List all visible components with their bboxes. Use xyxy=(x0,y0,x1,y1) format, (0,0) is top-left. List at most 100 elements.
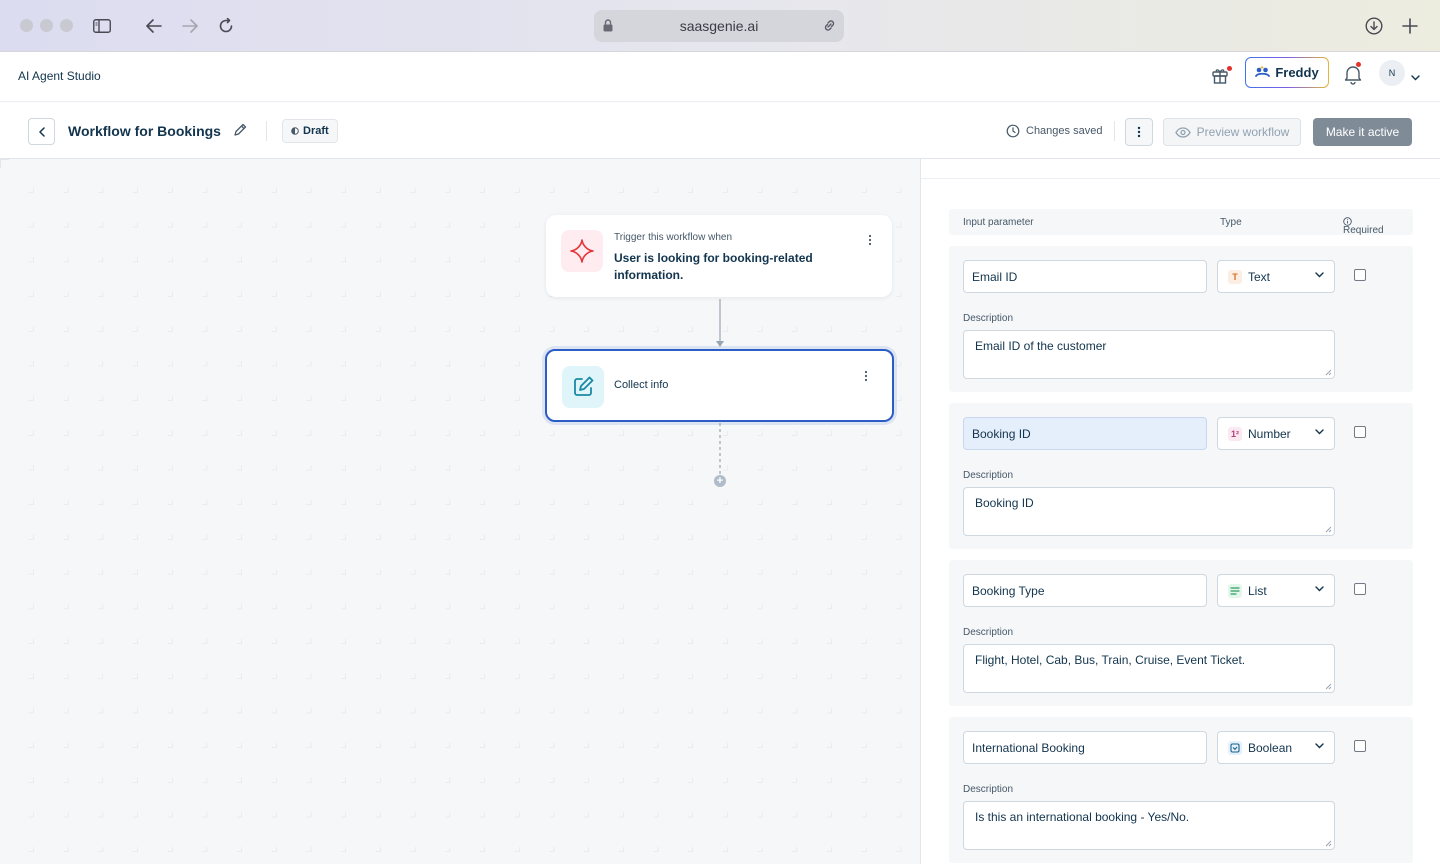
parameter-name-input[interactable]: International Booking xyxy=(963,731,1207,764)
panel-divider xyxy=(921,178,1440,179)
description-label: Description xyxy=(963,627,1014,638)
preview-workflow-button[interactable]: Preview workflow xyxy=(1163,118,1301,146)
parameter-name-input[interactable]: Booking ID xyxy=(963,417,1207,450)
preview-workflow-label: Preview workflow xyxy=(1196,125,1290,139)
download-icon[interactable] xyxy=(1362,14,1386,38)
parameter-row: Booking Type List Description Flight, Ho… xyxy=(949,560,1413,706)
edit-pencil-icon[interactable] xyxy=(232,122,248,143)
text-type-icon: T xyxy=(1228,269,1242,284)
kebab-icon[interactable] xyxy=(868,233,872,251)
header-required-label: Required xyxy=(1343,225,1384,236)
resize-handle-icon[interactable] xyxy=(1325,369,1332,376)
resize-handle-icon[interactable] xyxy=(1325,526,1332,533)
description-label: Description xyxy=(963,784,1014,795)
status-badge: Draft xyxy=(282,119,338,143)
parameter-row: Email ID T Text Description Email ID of … xyxy=(949,246,1413,392)
workflow-canvas[interactable]: Trigger this workflow when User is looki… xyxy=(0,159,920,864)
resize-handle-icon[interactable] xyxy=(1325,840,1332,847)
sidebar-toggle-icon[interactable] xyxy=(90,14,114,38)
description-text: Booking ID xyxy=(975,496,1034,510)
freddy-icon xyxy=(1255,65,1271,81)
description-textarea[interactable]: Flight, Hotel, Cab, Bus, Train, Cruise, … xyxy=(963,644,1335,693)
gift-icon[interactable] xyxy=(1210,64,1232,86)
app-header: AI Agent Studio Freddy N xyxy=(0,52,1440,102)
window-zoom-dot[interactable] xyxy=(60,19,73,32)
collect-info-node[interactable]: Collect info xyxy=(545,349,894,422)
window-minimize-dot[interactable] xyxy=(40,19,53,32)
header-input-parameter: Input parameter xyxy=(963,217,1034,228)
divider xyxy=(266,121,267,141)
description-textarea[interactable]: Email ID of the customer xyxy=(963,330,1335,379)
description-textarea[interactable]: Booking ID xyxy=(963,487,1335,536)
header-type: Type xyxy=(1220,217,1242,228)
gift-notification-dot xyxy=(1227,66,1232,71)
divider xyxy=(1114,121,1115,141)
clock-icon xyxy=(1006,124,1020,138)
freddy-button[interactable]: Freddy xyxy=(1245,57,1329,88)
parameter-type-select[interactable]: 1² Number xyxy=(1217,417,1335,450)
new-tab-plus-icon[interactable] xyxy=(1398,14,1422,38)
parameter-type-label: List xyxy=(1248,583,1267,598)
description-label: Description xyxy=(963,313,1014,324)
more-options-button[interactable] xyxy=(1125,118,1153,146)
address-bar[interactable]: saasgenie.ai xyxy=(594,10,844,42)
kebab-icon xyxy=(1137,126,1141,138)
parameter-type-select[interactable]: List xyxy=(1217,574,1335,607)
app-title: AI Agent Studio xyxy=(18,69,101,83)
trigger-node[interactable]: Trigger this workflow when User is looki… xyxy=(546,215,892,297)
status-badge-label: Draft xyxy=(303,125,329,137)
header-required: Required xyxy=(1343,217,1384,236)
required-checkbox[interactable] xyxy=(1354,583,1366,595)
parameter-type-select[interactable]: Boolean xyxy=(1217,731,1335,764)
description-label: Description xyxy=(963,470,1014,481)
reload-icon[interactable] xyxy=(214,14,238,38)
save-status-label: Changes saved xyxy=(1026,125,1103,137)
save-status: Changes saved xyxy=(1006,124,1102,138)
trigger-subtitle: Trigger this workflow when xyxy=(614,232,733,243)
trigger-condition: User is looking for booking-related info… xyxy=(614,251,813,282)
collect-info-label: Collect info xyxy=(614,379,669,391)
link-icon[interactable] xyxy=(822,18,837,38)
description-text: Is this an international booking - Yes/N… xyxy=(975,810,1190,824)
back-arrow-icon[interactable] xyxy=(142,14,166,38)
resize-handle-icon[interactable] xyxy=(1325,683,1332,690)
chevron-left-icon xyxy=(38,126,45,137)
chevron-down-icon xyxy=(1315,586,1324,592)
required-checkbox[interactable] xyxy=(1354,269,1366,281)
parameter-name-input[interactable]: Email ID xyxy=(963,260,1207,293)
parameter-type-label: Number xyxy=(1248,426,1291,441)
description-text: Email ID of the customer xyxy=(975,339,1107,353)
chevron-down-icon xyxy=(1315,272,1324,278)
parameter-type-select[interactable]: T Text xyxy=(1217,260,1335,293)
description-text: Flight, Hotel, Cab, Bus, Train, Cruise, … xyxy=(975,653,1246,667)
workflow-toolbar: Workflow for Bookings Draft Changes save… xyxy=(0,103,1440,159)
freddy-label: Freddy xyxy=(1275,65,1319,80)
user-avatar[interactable]: N xyxy=(1379,60,1405,86)
window-close-dot[interactable] xyxy=(20,19,33,32)
add-step-plus-icon[interactable]: + xyxy=(714,475,726,487)
required-checkbox[interactable] xyxy=(1354,426,1366,438)
eye-icon xyxy=(1174,126,1191,138)
parameter-row: International Booking Boolean Descriptio… xyxy=(949,717,1413,863)
chevron-down-icon xyxy=(1315,429,1324,435)
back-button[interactable] xyxy=(28,118,55,145)
list-type-icon xyxy=(1228,583,1242,598)
description-textarea[interactable]: Is this an international booking - Yes/N… xyxy=(963,801,1335,850)
kebab-icon[interactable] xyxy=(864,369,868,387)
url-text: saasgenie.ai xyxy=(679,18,759,34)
notification-bell-icon[interactable] xyxy=(1343,62,1363,85)
parameter-name-input[interactable]: Booking Type xyxy=(963,574,1207,607)
parameters-panel: Input parameter Type Required Email ID T… xyxy=(920,159,1440,864)
parameters-table-header: Input parameter Type Required xyxy=(949,209,1413,236)
browser-chrome: saasgenie.ai xyxy=(0,0,1440,52)
make-active-button[interactable]: Make it active xyxy=(1313,118,1412,146)
chevron-down-icon xyxy=(1315,743,1324,749)
parameter-type-label: Text xyxy=(1248,269,1271,284)
forward-arrow-icon[interactable] xyxy=(178,14,202,38)
boolean-type-icon xyxy=(1228,740,1242,755)
bell-notification-dot xyxy=(1356,62,1361,67)
required-checkbox[interactable] xyxy=(1354,740,1366,752)
chevron-down-icon[interactable] xyxy=(1411,68,1420,86)
parameter-row: Booking ID 1² Number Description Booking… xyxy=(949,403,1413,549)
half-circle-icon xyxy=(291,127,299,135)
